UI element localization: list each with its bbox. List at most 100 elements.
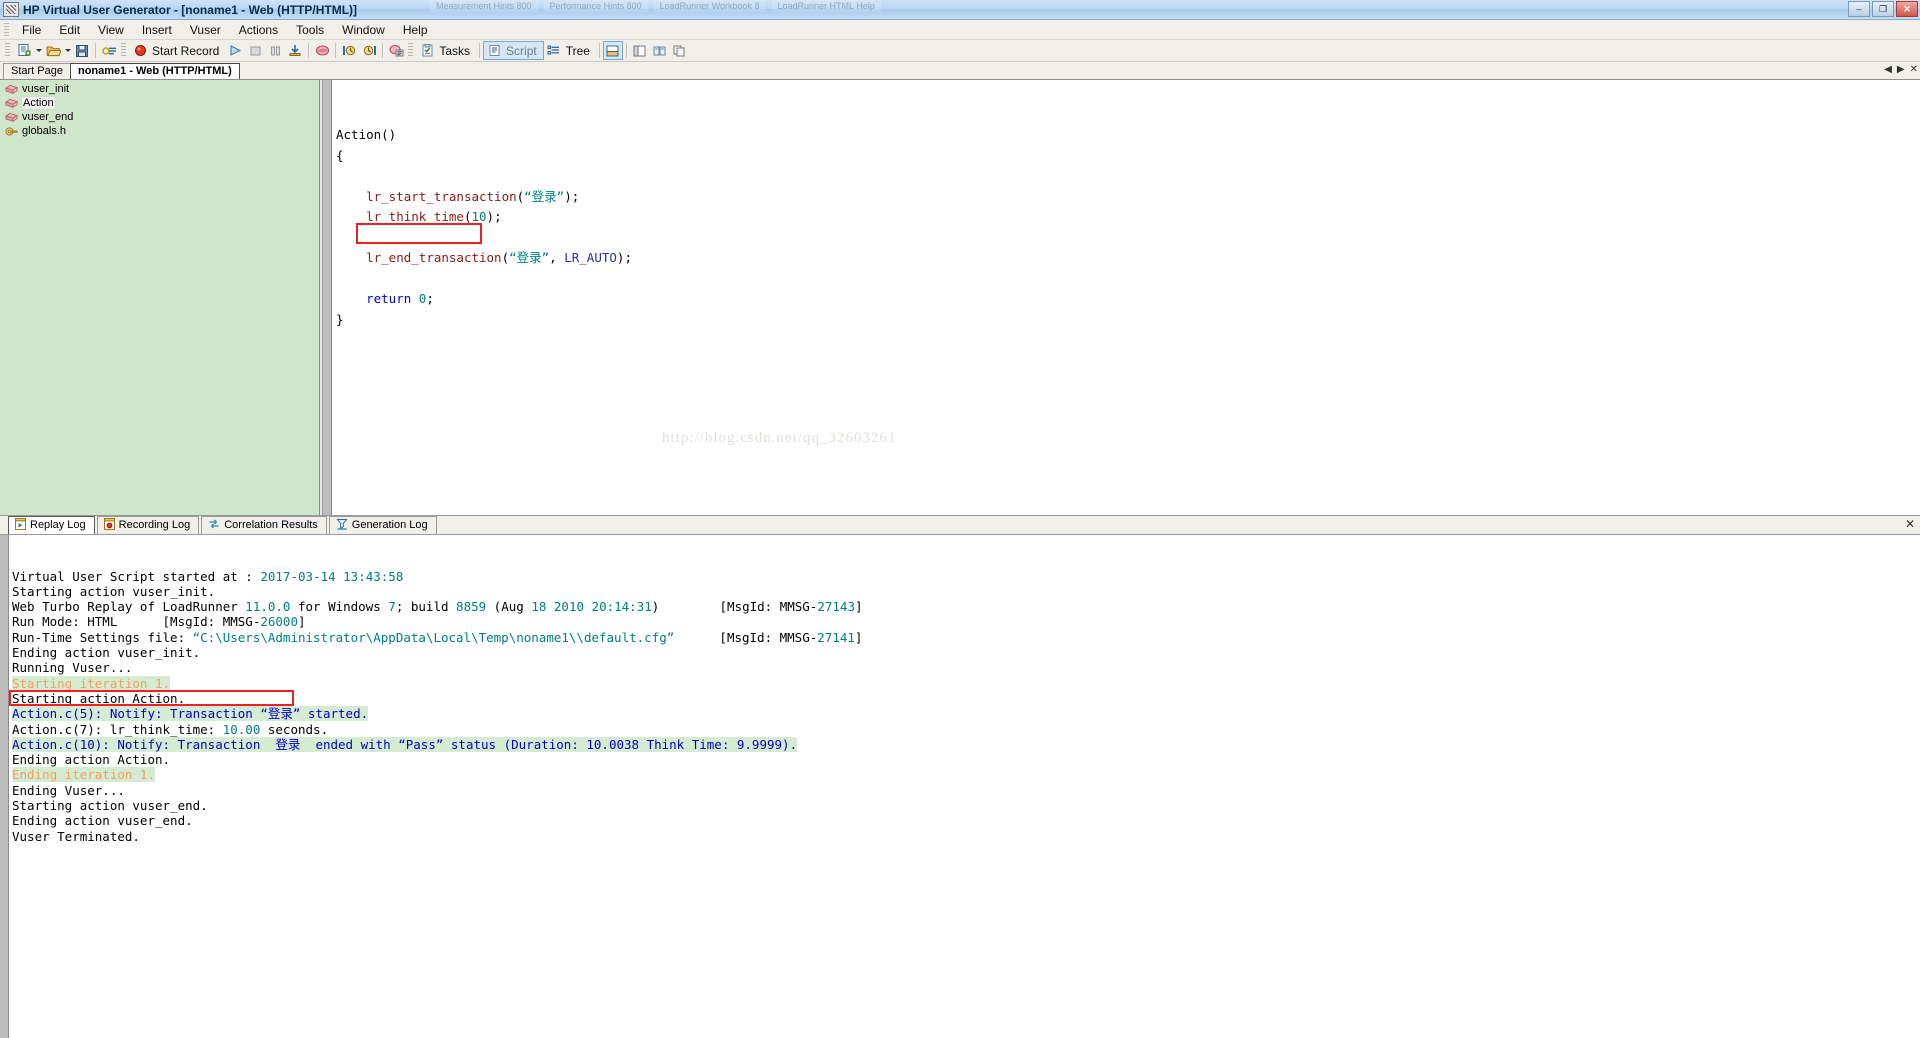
start-record-button[interactable]: Start Record: [130, 41, 225, 60]
menu-item-view[interactable]: View: [89, 21, 133, 39]
toolbar: Start Record Tasks Script Tree: [0, 40, 1920, 62]
log-text[interactable]: Virtual User Script started at : 2017-03…: [9, 535, 1920, 1038]
tree-view-icon[interactable]: [544, 41, 564, 60]
log-tab-strip: Replay Log Recording Log Correlation Res…: [0, 516, 1920, 535]
log-token: Web Turbo Replay of LoadRunner: [12, 599, 246, 615]
tree-item-vuser-end[interactable]: vuser_end: [2, 110, 319, 124]
log-gutter: [0, 535, 9, 1038]
menu-item-edit[interactable]: Edit: [50, 21, 89, 39]
pause-icon[interactable]: [265, 41, 285, 60]
code-token: Action(): [336, 127, 397, 142]
open-script-icon[interactable]: [43, 41, 63, 60]
close-log-panel-icon[interactable]: ✕: [1905, 518, 1915, 530]
tree-item-vuser-init[interactable]: vuser_init: [2, 82, 319, 96]
split-view-icon[interactable]: [630, 41, 650, 60]
code-line: lr_end_transaction(“登录”, LR_AUTO);: [336, 248, 1920, 269]
log-token: 27141: [817, 629, 855, 645]
log-token: Starting iteration 1.: [12, 675, 171, 691]
tree-item-globals-h[interactable]: globals.h: [2, 124, 319, 138]
save-icon[interactable]: [72, 41, 92, 60]
log-token: ; build: [395, 599, 457, 615]
log-tab-recording-log[interactable]: Recording Log: [96, 516, 200, 534]
menu-item-insert[interactable]: Insert: [133, 21, 181, 39]
parameter-list-icon[interactable]: [359, 41, 379, 60]
maximize-button[interactable]: ❐: [1872, 1, 1894, 17]
log-token: 18: [531, 599, 547, 615]
script-properties-icon[interactable]: [99, 41, 119, 60]
document-tab-start-page[interactable]: Start Page: [3, 63, 71, 79]
recording-options-icon[interactable]: [386, 41, 406, 60]
log-token: (Aug: [486, 599, 532, 615]
new-script-dropdown-icon[interactable]: [34, 41, 43, 60]
run-icon[interactable]: [225, 41, 245, 60]
snapshot-icon[interactable]: [312, 41, 332, 60]
menu-item-file[interactable]: File: [13, 21, 50, 39]
menu-grip-handle[interactable]: [4, 23, 9, 36]
code-token: “登录”: [524, 188, 565, 204]
log-output-body: Virtual User Script started at : 2017-03…: [0, 535, 1920, 1038]
log-line: Action.c(5): Notify: Transaction “登录” st…: [12, 706, 1920, 722]
tree-item-action[interactable]: Action: [2, 96, 319, 110]
menu-item-vuser[interactable]: Vuser: [181, 21, 230, 39]
menu-item-help[interactable]: Help: [394, 21, 437, 39]
tab-prev-icon[interactable]: ◀: [1884, 64, 1892, 75]
tree-item-label: vuser_init: [22, 83, 70, 95]
new-script-icon[interactable]: [14, 41, 34, 60]
main-workspace: vuser_init Action vuser_end globals.h Ac…: [0, 80, 1920, 515]
ghost-tab: LoadRunner HTML Help: [771, 0, 881, 12]
code-line: Action(): [336, 125, 1920, 146]
log-tab-replay-log[interactable]: Replay Log: [8, 516, 95, 534]
close-button[interactable]: ✕: [1896, 1, 1918, 17]
log-line: Ending Vuser...: [12, 783, 1920, 798]
output-log-panel: Replay Log Recording Log Correlation Res…: [0, 515, 1920, 1038]
code-line: return 0;: [336, 289, 1920, 310]
toggle-output-icon[interactable]: [602, 41, 623, 60]
duplicate-icon[interactable]: [670, 41, 690, 60]
log-token: 2010: [553, 599, 585, 615]
log-token: 26000: [260, 614, 298, 630]
log-line: Action.c(10): Notify: Transaction 登录 end…: [12, 736, 1920, 752]
log-line: Virtual User Script started at : 2017-03…: [12, 569, 1920, 584]
compare-icon[interactable]: [650, 41, 670, 60]
ghost-tab: Measurement Hints 800: [430, 0, 538, 12]
log-token: Starting action vuser_end.: [12, 798, 208, 814]
menu-item-tools[interactable]: Tools: [287, 21, 333, 39]
script-view-button[interactable]: Script: [483, 41, 544, 60]
log-token: [MsgId: MMSG-: [674, 629, 818, 645]
toolbar-separator: [625, 43, 627, 58]
toolbar-grip-handle-3[interactable]: [408, 43, 414, 58]
download-icon[interactable]: [285, 41, 305, 60]
window-title: HP Virtual User Generator - [noname1 - W…: [23, 2, 358, 17]
log-token: Action.c(5): Notify: Transaction “登录” st…: [12, 706, 369, 722]
ghost-tab: Performance Hints 800: [543, 0, 648, 12]
code-line: {: [336, 146, 1920, 167]
tab-close-icon[interactable]: ✕: [1910, 64, 1918, 75]
menu-item-window[interactable]: Window: [333, 21, 394, 39]
toolbar-grip-handle-1[interactable]: [5, 43, 10, 58]
log-tab-generation-log[interactable]: Generation Log: [328, 516, 437, 534]
tasks-icon[interactable]: [417, 41, 437, 60]
log-tab-correlation-results[interactable]: Correlation Results: [201, 516, 327, 534]
code-token: lr_think_time: [366, 209, 464, 224]
runtime-settings-icon[interactable]: [339, 41, 359, 60]
code-editor[interactable]: Action(){ lr_start_transaction(“登录”); lr…: [332, 80, 1920, 515]
tasks-button[interactable]: Tasks: [417, 41, 476, 60]
tab-next-icon[interactable]: ▶: [1897, 64, 1905, 75]
start-record-icon[interactable]: [130, 41, 150, 60]
toolbar-separator: [308, 43, 310, 58]
generation-log-icon: [336, 518, 348, 533]
log-line: Starting action vuser_init.: [12, 584, 1920, 599]
document-tab-noname1[interactable]: noname1 - Web (HTTP/HTML): [69, 63, 240, 79]
minimize-button[interactable]: –: [1848, 1, 1870, 17]
stop-icon[interactable]: [245, 41, 265, 60]
toolbar-grip-handle-2[interactable]: [121, 43, 126, 58]
log-token: 10.00: [222, 721, 261, 737]
menu-item-actions[interactable]: Actions: [230, 21, 287, 39]
log-line: Ending iteration 1.: [12, 767, 1920, 783]
open-script-dropdown-icon[interactable]: [63, 41, 72, 60]
tree-view-button[interactable]: Tree: [544, 41, 596, 60]
log-tab-label: Correlation Results: [224, 519, 318, 531]
script-view-icon[interactable]: [484, 41, 504, 60]
